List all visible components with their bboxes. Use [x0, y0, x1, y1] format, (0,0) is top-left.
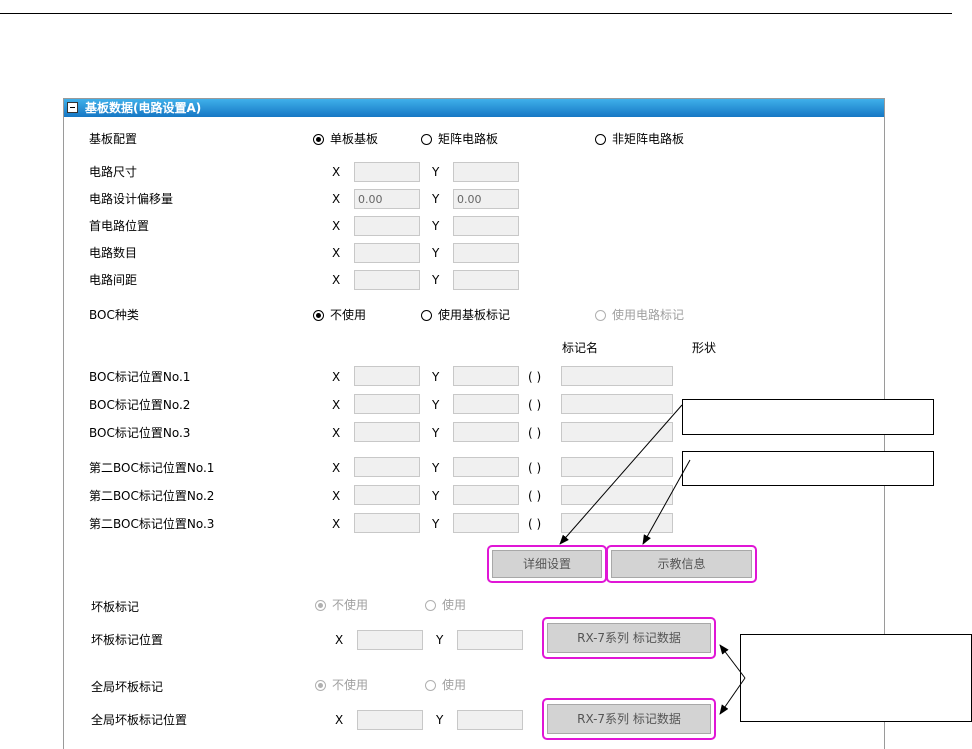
arrow-to-rx7-1	[719, 644, 746, 679]
annotation-arrows	[559, 404, 746, 715]
arrow-to-detail	[559, 404, 683, 545]
arrow-to-teach	[642, 459, 691, 545]
arrow-to-rx7-2	[719, 677, 746, 715]
